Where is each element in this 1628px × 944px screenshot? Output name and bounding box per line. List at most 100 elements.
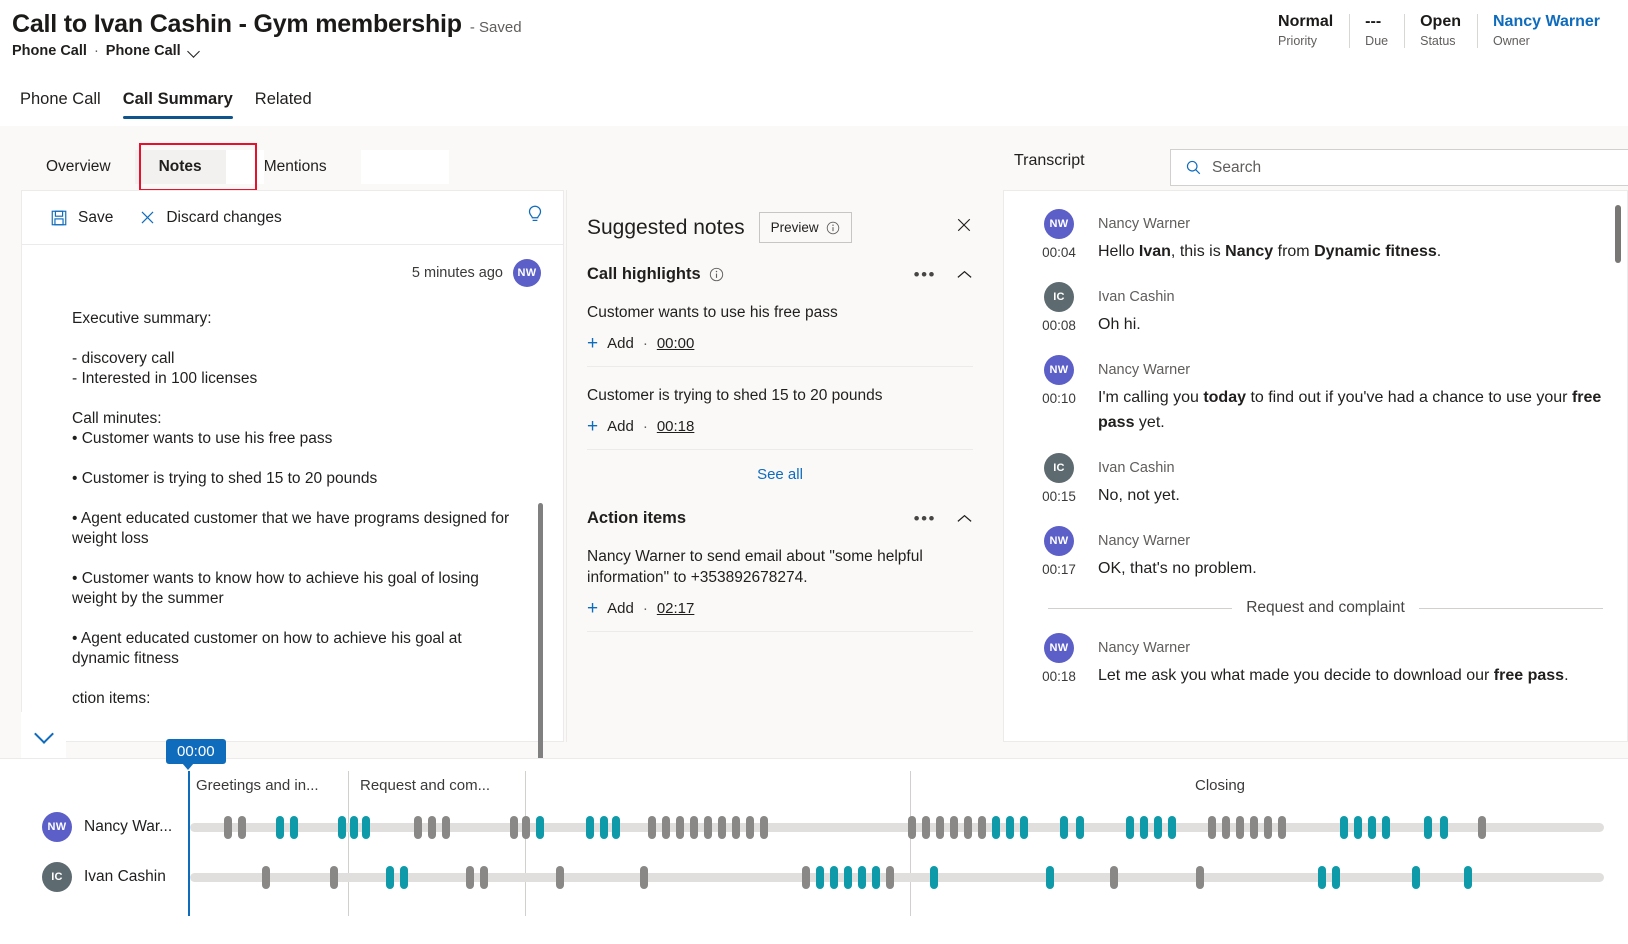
transcript-scrollbar[interactable] [1615, 205, 1621, 263]
add-button[interactable]: Add [607, 600, 634, 617]
separator-dot: · [643, 335, 648, 352]
entry-content: Nancy WarnerLet me ask you what made you… [1090, 633, 1603, 688]
entry-speaker: Nancy Warner [1098, 355, 1603, 385]
title-row: Call to Ivan Cashin - Gym membership - S… [12, 10, 522, 39]
see-all-link[interactable]: See all [587, 450, 973, 487]
timeline-lane-nancy: NW Nancy War... [0, 807, 1628, 847]
chapter-label: Request and complaint [1246, 599, 1405, 617]
entry-content: Nancy WarnerHello Ivan, this is Nancy fr… [1090, 209, 1603, 264]
search-icon [1185, 159, 1202, 176]
preview-badge[interactable]: Preview [759, 212, 852, 243]
breadcrumb-form[interactable]: Phone Call [106, 43, 181, 59]
timeline-playhead[interactable] [188, 771, 190, 916]
info-icon [826, 221, 840, 235]
timeline-tick [1196, 866, 1204, 889]
chevron-up-icon[interactable] [956, 269, 973, 281]
add-button[interactable]: Add [607, 418, 634, 435]
note-paragraph: - discovery call - Interested in 100 lic… [72, 349, 523, 389]
entry-message: No, not yet. [1098, 483, 1603, 508]
timeline-lane-ivan: IC Ivan Cashin [0, 857, 1628, 897]
entry-timestamp[interactable]: 00:18 [1042, 669, 1076, 684]
section-action-items: Action items ••• Nancy Warner to send em… [567, 509, 993, 632]
tab-phone-call[interactable]: Phone Call [12, 86, 109, 119]
transcript-entry[interactable]: IC00:15Ivan CashinNo, not yet. [1028, 453, 1603, 508]
entry-content: Ivan CashinOh hi. [1090, 282, 1603, 337]
more-options-icon[interactable]: ••• [914, 270, 936, 280]
more-options-icon[interactable]: ••• [914, 514, 936, 524]
tab-call-summary[interactable]: Call Summary [115, 86, 241, 119]
timeline-tick [276, 816, 284, 839]
entry-timestamp[interactable]: 00:17 [1042, 562, 1076, 577]
timeline-tick [522, 816, 530, 839]
search-placeholder: Search [1212, 159, 1261, 177]
lightbulb-icon[interactable] [525, 204, 545, 231]
entry-content: Ivan CashinNo, not yet. [1090, 453, 1603, 508]
entry-message: Let me ask you what made you decide to d… [1098, 663, 1603, 688]
separator-dot: · [643, 418, 648, 435]
timeline-tick [1382, 816, 1390, 839]
entry-timestamp[interactable]: 00:15 [1042, 489, 1076, 504]
timeline-tick [330, 866, 338, 889]
close-icon [955, 216, 973, 234]
timestamp-link[interactable]: 00:00 [657, 335, 695, 352]
subtab-mentions[interactable]: Mentions [264, 150, 351, 184]
timeline-tick [1208, 816, 1216, 839]
entry-speaker: Ivan Cashin [1098, 282, 1603, 312]
timeline-tick [1340, 816, 1348, 839]
timeline-segment-label[interactable]: Request and com... [360, 777, 490, 794]
entry-timestamp[interactable]: 00:04 [1042, 245, 1076, 260]
meta-due[interactable]: --- Due [1349, 12, 1404, 50]
entry-speaker: Nancy Warner [1098, 209, 1603, 239]
meta-priority-label: Priority [1278, 33, 1317, 50]
meta-priority[interactable]: Normal Priority [1262, 12, 1349, 50]
add-button[interactable]: Add [607, 335, 634, 352]
timeline-track[interactable] [190, 873, 1604, 882]
entry-meta: NW00:17 [1028, 526, 1090, 581]
transcript-entry[interactable]: NW00:10Nancy WarnerI'm calling you today… [1028, 355, 1603, 435]
timeline-tick [802, 866, 810, 889]
meta-owner[interactable]: Nancy Warner Owner [1477, 12, 1616, 50]
entry-meta: IC00:15 [1028, 453, 1090, 508]
note-paragraph: Call minutes: • Customer wants to use hi… [72, 409, 523, 449]
transcript-entry[interactable]: IC00:08Ivan CashinOh hi. [1028, 282, 1603, 337]
chevron-down-icon[interactable] [188, 45, 200, 57]
timeline-tick [338, 816, 346, 839]
plus-icon[interactable]: + [587, 420, 598, 434]
timeline-tick [1368, 816, 1376, 839]
tab-related[interactable]: Related [247, 86, 320, 119]
subtab-notes[interactable]: Notes [135, 150, 226, 184]
meta-status[interactable]: Open Status [1404, 12, 1477, 50]
save-button[interactable]: Save [40, 203, 123, 233]
plus-icon[interactable]: + [587, 602, 598, 616]
search-input[interactable]: Search [1170, 149, 1628, 186]
entry-timestamp[interactable]: 00:10 [1042, 391, 1076, 406]
chevron-up-icon[interactable] [956, 513, 973, 525]
timestamp-link[interactable]: 00:18 [657, 418, 695, 435]
section-title: Call highlights [587, 265, 701, 284]
transcript-entry[interactable]: NW00:18Nancy WarnerLet me ask you what m… [1028, 633, 1603, 688]
discard-changes-button[interactable]: Discard changes [129, 203, 291, 233]
timeline-tick [922, 816, 930, 839]
entry-timestamp[interactable]: 00:08 [1042, 318, 1076, 333]
subtab-overview[interactable]: Overview [22, 150, 135, 184]
notes-body[interactable]: Executive summary: - discovery call - In… [22, 287, 563, 709]
meta-owner-value[interactable]: Nancy Warner [1493, 12, 1600, 32]
collapse-panel-button[interactable] [21, 712, 66, 758]
timeline-tick [1168, 816, 1176, 839]
timeline-segment-label[interactable]: Closing [1195, 777, 1245, 794]
timeline-track[interactable] [190, 823, 1604, 832]
timeline-tick [930, 866, 938, 889]
notes-meta: 5 minutes ago NW [22, 245, 563, 287]
info-icon[interactable] [709, 267, 724, 282]
note-paragraph: • Agent educated customer on how to achi… [72, 629, 523, 669]
timeline-segment-label[interactable]: Greetings and in... [196, 777, 319, 794]
transcript-entry[interactable]: NW00:17Nancy WarnerOK, that's no problem… [1028, 526, 1603, 581]
entry-speaker: Ivan Cashin [1098, 453, 1603, 483]
plus-icon[interactable]: + [587, 337, 598, 351]
timestamp-link[interactable]: 02:17 [657, 600, 695, 617]
section-header: Call highlights ••• [587, 265, 973, 284]
transcript-entry[interactable]: NW00:04Nancy WarnerHello Ivan, this is N… [1028, 209, 1603, 264]
close-suggested-notes-button[interactable] [955, 216, 973, 239]
transcript-panel-title: Transcript [1014, 152, 1085, 170]
note-paragraph: • Agent educated customer that we have p… [72, 509, 523, 549]
